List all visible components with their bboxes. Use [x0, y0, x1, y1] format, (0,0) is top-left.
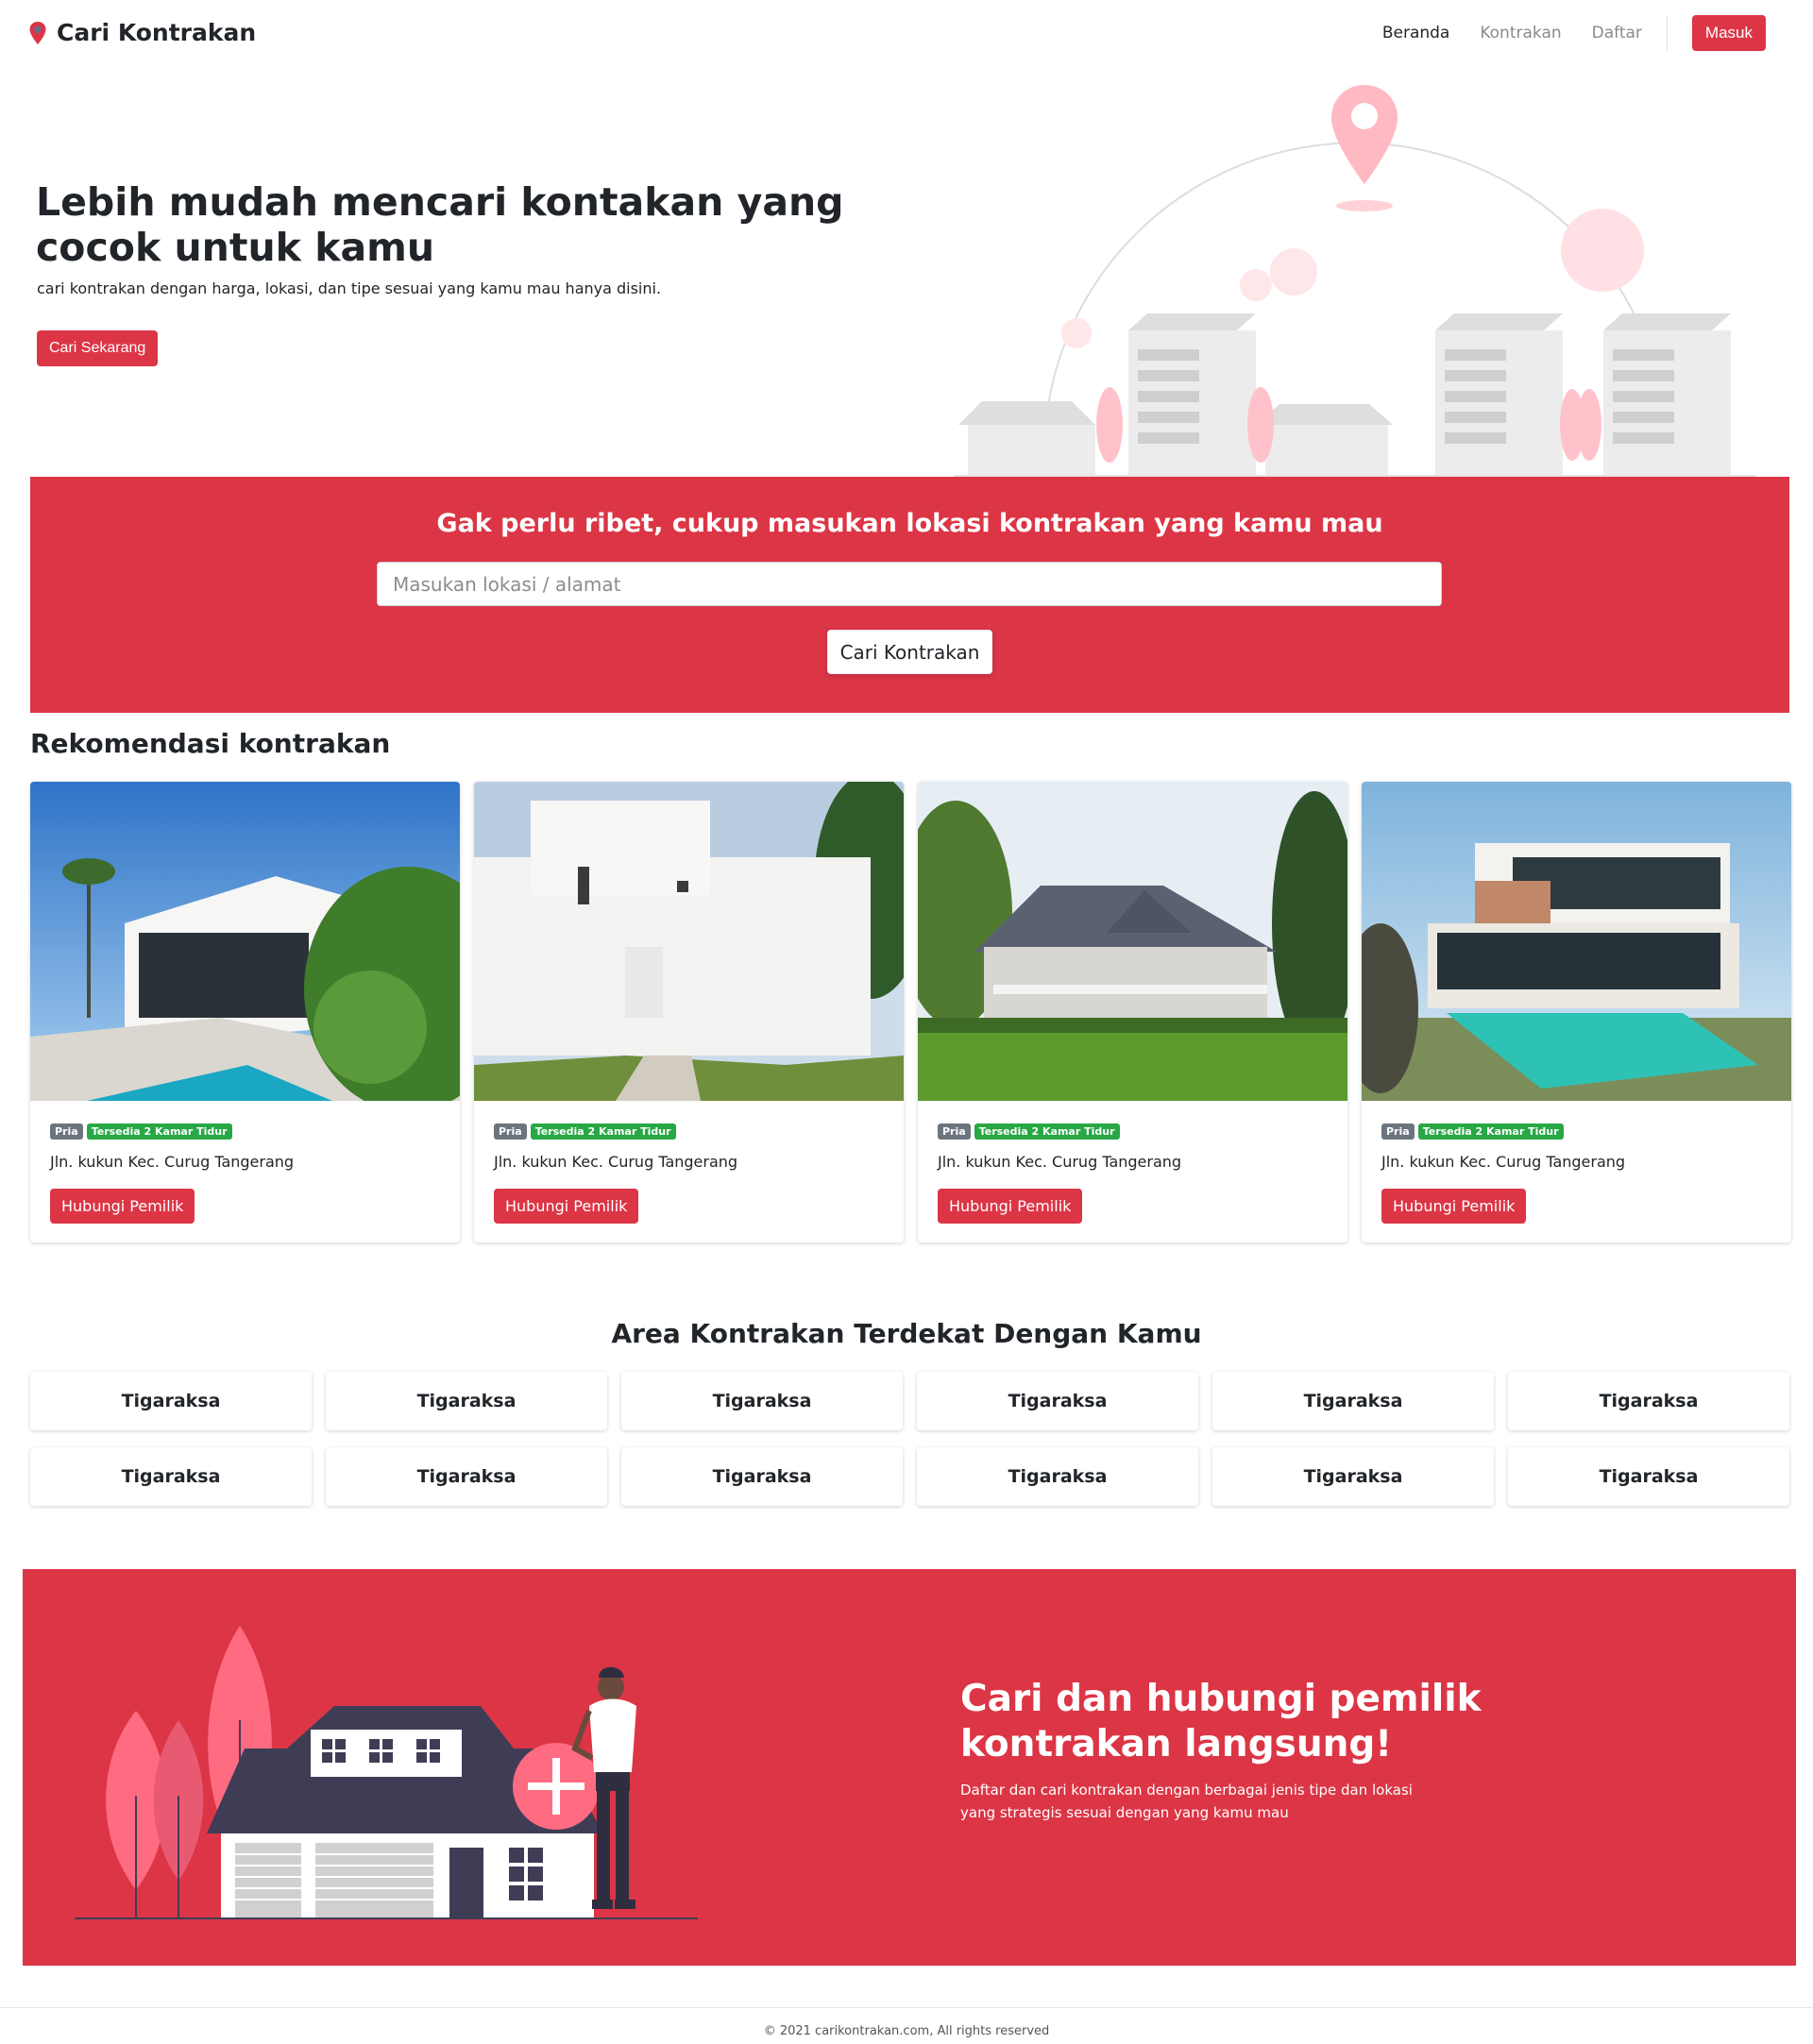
cta-section: Cari dan hubungi pemilik kontrakan langs… [23, 1569, 1796, 1966]
gender-badge: Pria [938, 1123, 971, 1140]
property-photo [30, 782, 460, 1101]
contact-owner-button[interactable]: Hubungi Pemilik [494, 1189, 639, 1224]
rooms-badge: Tersedia 2 Kamar Tidur [86, 1123, 232, 1140]
footer-divider [0, 2007, 1813, 2008]
area-item[interactable]: Tigaraksa [621, 1372, 903, 1430]
search-button[interactable]: Cari Kontrakan [827, 630, 992, 674]
cta-description: Daftar dan cari kontrakan dengan berbaga… [960, 1782, 1413, 1821]
area-item[interactable]: Tigaraksa [30, 1447, 312, 1506]
rooms-badge: Tersedia 2 Kamar Tidur [530, 1123, 676, 1140]
cta-title: Cari dan hubungi pemilik kontrakan langs… [960, 1678, 1482, 1765]
nav-divider [1666, 15, 1668, 51]
property-card[interactable]: Pria Tersedia 2 Kamar Tidur Jln. kukun K… [30, 782, 460, 1242]
area-title: Area Kontrakan Terdekat Dengan Kamu [611, 1318, 1202, 1349]
area-item[interactable]: Tigaraksa [917, 1447, 1198, 1506]
card-address: Jln. kukun Kec. Curug Tangerang [494, 1153, 738, 1171]
brand[interactable]: Cari Kontrakan [28, 19, 256, 46]
location-search-input[interactable] [377, 562, 1442, 606]
hero-subtitle: cari kontrakan dengan harga, lokasi, dan… [37, 279, 662, 297]
recommendations-title: Rekomendasi kontrakan [30, 728, 391, 759]
brand-name: Cari Kontrakan [57, 19, 257, 46]
property-card[interactable]: Pria Tersedia 2 Kamar Tidur Jln. kukun K… [1362, 782, 1791, 1242]
nav-item-kontrakan[interactable]: Kontrakan [1480, 24, 1561, 42]
footer-copyright: © 2021 carikontrakan.com, All rights res… [763, 2024, 1050, 2038]
search-title: Gak perlu ribet, cukup masukan lokasi ko… [436, 509, 1383, 538]
area-item[interactable]: Tigaraksa [1508, 1372, 1789, 1430]
gender-badge: Pria [1381, 1123, 1415, 1140]
card-badges: Pria Tersedia 2 Kamar Tidur [494, 1123, 676, 1140]
card-badges: Pria Tersedia 2 Kamar Tidur [50, 1123, 232, 1140]
search-now-button[interactable]: Cari Sekarang [37, 330, 159, 366]
card-badges: Pria Tersedia 2 Kamar Tidur [1381, 1123, 1564, 1140]
area-item[interactable]: Tigaraksa [1508, 1447, 1789, 1506]
contact-owner-button[interactable]: Hubungi Pemilik [938, 1189, 1083, 1224]
gender-badge: Pria [50, 1123, 83, 1140]
area-item[interactable]: Tigaraksa [1212, 1372, 1494, 1430]
gender-badge: Pria [494, 1123, 527, 1140]
area-item[interactable]: Tigaraksa [917, 1372, 1198, 1430]
search-section: Gak perlu ribet, cukup masukan lokasi ko… [30, 477, 1789, 713]
area-item[interactable]: Tigaraksa [326, 1447, 607, 1506]
nav-links: Beranda Kontrakan Daftar Masuk [1382, 15, 1766, 51]
property-photo [474, 782, 904, 1101]
card-address: Jln. kukun Kec. Curug Tangerang [50, 1153, 295, 1171]
rooms-badge: Tersedia 2 Kamar Tidur [974, 1123, 1120, 1140]
navbar: Cari Kontrakan Beranda Kontrakan Daftar … [0, 0, 1813, 68]
contact-owner-button[interactable]: Hubungi Pemilik [1381, 1189, 1527, 1224]
area-item[interactable]: Tigaraksa [30, 1372, 312, 1430]
area-item[interactable]: Tigaraksa [621, 1447, 903, 1506]
map-pin-icon [29, 21, 46, 44]
property-photo [1362, 782, 1791, 1101]
house-illustration [75, 1626, 698, 1919]
card-address: Jln. kukun Kec. Curug Tangerang [938, 1153, 1182, 1171]
area-item[interactable]: Tigaraksa [326, 1372, 607, 1430]
card-address: Jln. kukun Kec. Curug Tangerang [1381, 1153, 1626, 1171]
hero-title: Lebih mudah mencari kontakan yang cocok … [36, 179, 844, 270]
contact-owner-button[interactable]: Hubungi Pemilik [50, 1189, 195, 1224]
nav-item-daftar[interactable]: Daftar [1592, 24, 1642, 42]
area-item[interactable]: Tigaraksa [1212, 1447, 1494, 1506]
property-photo [918, 782, 1347, 1101]
rooms-badge: Tersedia 2 Kamar Tidur [1417, 1123, 1564, 1140]
property-card[interactable]: Pria Tersedia 2 Kamar Tidur Jln. kukun K… [474, 782, 904, 1242]
login-button[interactable]: Masuk [1691, 15, 1766, 51]
card-badges: Pria Tersedia 2 Kamar Tidur [938, 1123, 1120, 1140]
city-illustration [954, 85, 1756, 477]
property-card[interactable]: Pria Tersedia 2 Kamar Tidur Jln. kukun K… [918, 782, 1347, 1242]
nav-item-beranda[interactable]: Beranda [1382, 24, 1450, 42]
